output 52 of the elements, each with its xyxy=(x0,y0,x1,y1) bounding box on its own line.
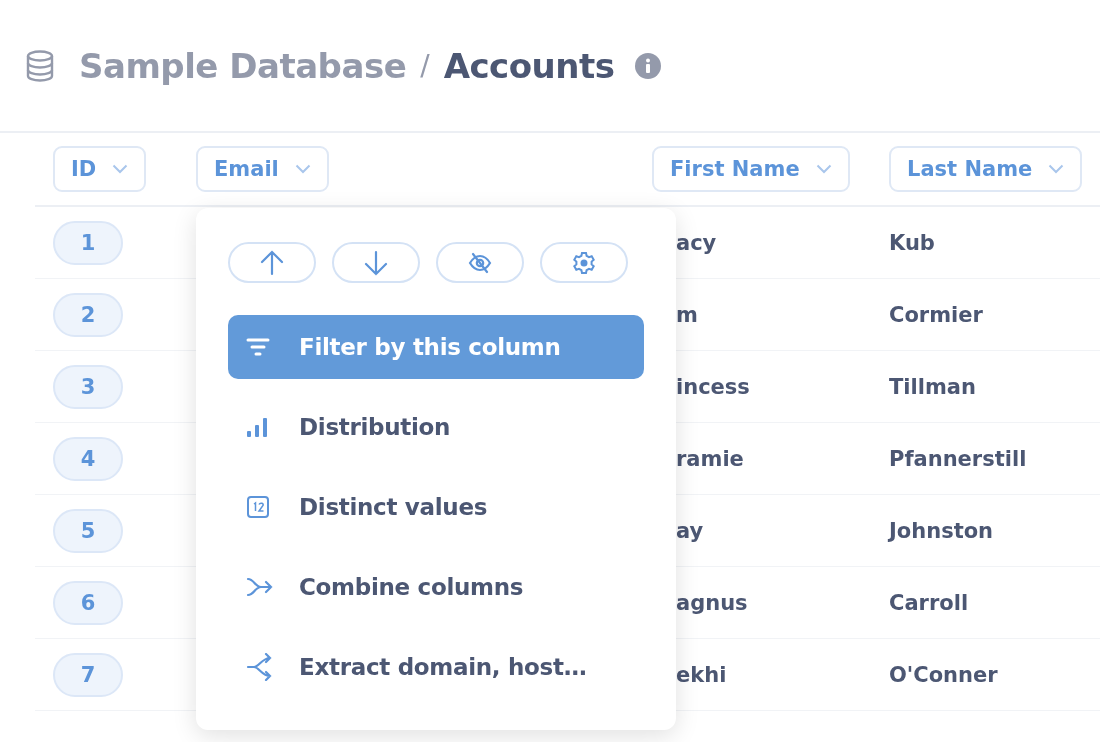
id-chip[interactable]: 2 xyxy=(53,292,123,337)
chevron-down-icon xyxy=(294,164,311,174)
database-icon xyxy=(25,49,55,82)
table-cell: Cormier xyxy=(889,302,983,327)
table-title: Accounts xyxy=(443,45,615,86)
column-header-button[interactable]: Last Name xyxy=(889,146,1083,192)
table-cell: incess xyxy=(676,374,750,399)
column-header-button[interactable]: ID xyxy=(53,146,147,192)
arrow-up-icon xyxy=(260,249,284,276)
settings-icon xyxy=(572,250,596,275)
id-chip[interactable]: 7 xyxy=(53,652,123,697)
chevron-down-icon xyxy=(1048,164,1065,174)
breadcrumb-separator: / xyxy=(420,49,430,82)
table-cell: ramie xyxy=(676,446,744,471)
info-icon[interactable] xyxy=(634,52,661,79)
merge-arrow-icon xyxy=(246,576,274,598)
column-header-button[interactable]: Email xyxy=(196,146,329,192)
id-chip[interactable]: 6 xyxy=(53,580,123,625)
table-cell: Johnston xyxy=(889,518,994,543)
filter-icon xyxy=(246,338,270,356)
table-cell: ay xyxy=(676,518,704,543)
menu-item[interactable]: Combine columns xyxy=(228,555,644,619)
eye-slash-icon xyxy=(468,251,492,274)
menu-item[interactable]: Extract domain, host… xyxy=(228,635,644,699)
arrow-down-icon xyxy=(364,249,388,276)
chevron-down-icon xyxy=(815,164,832,174)
id-chip[interactable]: 5 xyxy=(53,508,123,553)
sort-ascending-button[interactable] xyxy=(228,242,316,283)
menu-item[interactable]: Distinct values xyxy=(228,475,644,539)
menu-item[interactable]: Distribution xyxy=(228,395,644,459)
id-chip[interactable]: 4 xyxy=(53,436,123,481)
numbered-square-icon xyxy=(246,495,270,519)
table-cell: O'Conner xyxy=(889,662,998,687)
sort-descending-button[interactable] xyxy=(332,242,420,283)
menu-item[interactable]: Filter by this column xyxy=(228,315,644,379)
bar-chart-icon xyxy=(246,417,268,437)
table-cell: Carroll xyxy=(889,590,969,615)
hide-column-button[interactable] xyxy=(436,242,524,283)
table-cell: m xyxy=(676,302,698,327)
table-cell: acy xyxy=(676,230,717,255)
column-header-button[interactable]: First Name xyxy=(652,146,850,192)
table-cell: Pfannerstill xyxy=(889,446,1027,471)
id-chip[interactable]: 1 xyxy=(53,220,123,265)
table-cell: Kub xyxy=(889,230,935,255)
column-settings-button[interactable] xyxy=(540,242,628,283)
chevron-down-icon xyxy=(112,164,129,174)
id-chip[interactable]: 3 xyxy=(53,364,123,409)
table-cell: Tillman xyxy=(889,374,976,399)
table-cell: agnus xyxy=(676,590,748,615)
database-link[interactable]: Sample Database xyxy=(79,45,407,86)
table-cell: ekhi xyxy=(676,662,727,687)
split-arrow-icon xyxy=(246,653,274,681)
